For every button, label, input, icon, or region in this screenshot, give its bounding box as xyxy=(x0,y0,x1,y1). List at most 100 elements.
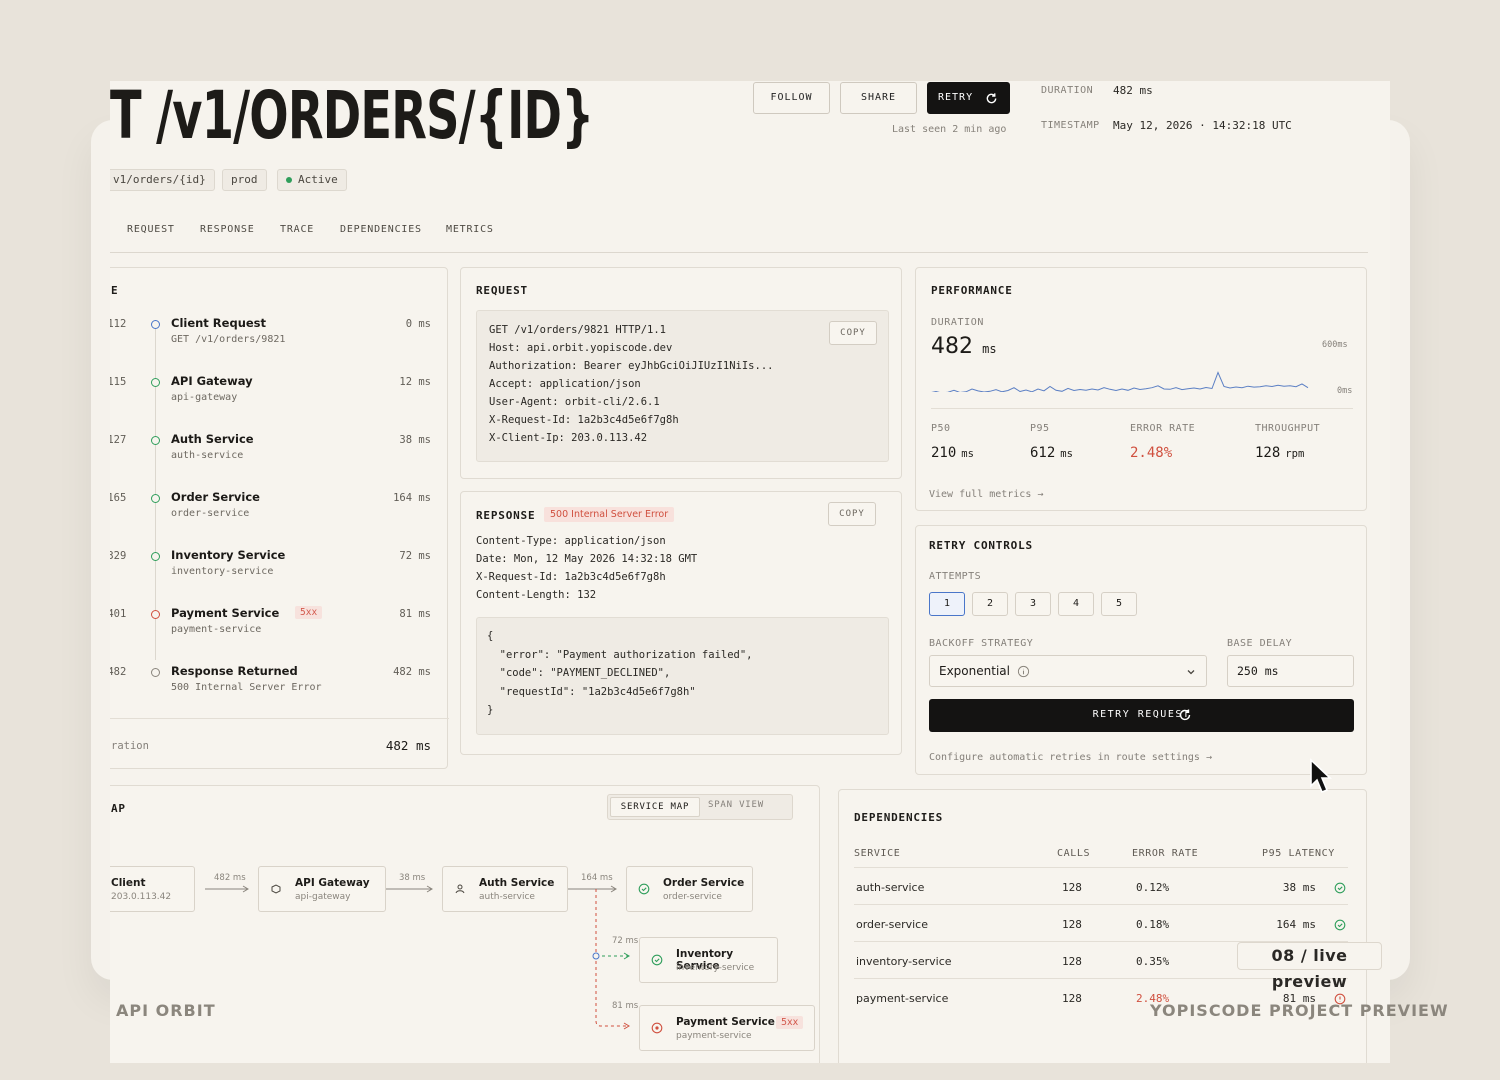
dep-calls: 128 xyxy=(1062,918,1082,931)
active-dot-icon xyxy=(286,177,292,183)
dependencies-card: DEPENDENCIES SERVICE CALLS ERROR RATE P9… xyxy=(838,789,1367,1063)
timeline-time: .329 xyxy=(110,550,127,562)
tab-trace[interactable]: TRACE xyxy=(280,224,314,235)
configure-retries-link[interactable]: Configure automatic retries in route set… xyxy=(929,752,1212,763)
error-circle-icon xyxy=(651,1022,663,1034)
dep-service[interactable]: auth-service xyxy=(856,881,924,894)
retry-button[interactable]: RETRY xyxy=(927,82,1010,114)
response-header-line: Content-Type: application/json xyxy=(476,535,666,547)
auth-icon xyxy=(455,884,465,894)
edge-label-inventory: 72 ms xyxy=(612,936,639,946)
timeline-step-service: api-gateway xyxy=(171,392,238,403)
timeline-step-duration: 0 ms xyxy=(405,318,431,330)
backoff-value: Exponential xyxy=(939,664,1010,678)
perf-stat-value: 210 ms xyxy=(931,442,974,461)
edge-label-auth: 164 ms xyxy=(581,873,613,883)
timeline-step-duration: 12 ms xyxy=(399,376,431,388)
timestamp-value: May 12, 2026 · 14:32:18 UTC xyxy=(1113,119,1292,132)
status-label: Active xyxy=(298,173,338,186)
timeline-step-name[interactable]: Payment Service xyxy=(171,606,279,620)
status-chip: Active xyxy=(277,169,347,191)
dep-error-rate: 0.18% xyxy=(1136,918,1170,931)
base-delay-label: BASE DELAY xyxy=(1227,638,1293,649)
copy-request-button[interactable]: COPY xyxy=(829,321,877,345)
project-caption: API ORBIT xyxy=(116,1001,216,1020)
base-delay-input[interactable]: 250 ms xyxy=(1227,655,1354,687)
node-auth-service[interactable]: Auth Service auth-service xyxy=(442,866,568,912)
request-line: Authorization: Bearer eyJhbGciOiJIUzI1Ni… xyxy=(489,360,774,372)
share-button[interactable]: SHARE xyxy=(840,82,917,114)
attempts-label: ATTEMPTS xyxy=(929,571,982,582)
node-inventory-service[interactable]: Inventory Service inventory-service xyxy=(639,937,778,983)
timeline-step-name[interactable]: Response Returned xyxy=(171,664,298,678)
node-api-gateway[interactable]: API Gateway api-gateway xyxy=(258,866,386,912)
response-body-line: "error": "Payment authorization failed", xyxy=(487,648,753,661)
attempt-option-5[interactable]: 5 xyxy=(1101,592,1137,616)
timeline-status-dot-icon xyxy=(151,378,160,387)
perf-stat-unit: ms xyxy=(1060,448,1073,460)
retry-button-label: RETRY xyxy=(938,92,974,103)
node-client[interactable]: Client 203.0.113.42 xyxy=(110,866,195,912)
node-payment-service[interactable]: Payment Service payment-service 5xx xyxy=(639,1005,815,1051)
backoff-select[interactable]: Exponential xyxy=(929,655,1207,687)
timeline-card: E .112 Client Request GET /v1/orders/9821 0… xyxy=(110,267,449,769)
attempt-option-3[interactable]: 3 xyxy=(1015,592,1051,616)
perf-stat-value: 612 ms xyxy=(1030,442,1073,461)
retry-request-button[interactable]: RETRY REQUEST xyxy=(929,699,1354,732)
dep-header-calls: CALLS xyxy=(1057,848,1091,859)
dep-service[interactable]: order-service xyxy=(856,918,928,931)
dep-header-error: ERROR RATE xyxy=(1132,848,1199,859)
timeline-status-dot-icon xyxy=(151,668,160,677)
check-circle-icon xyxy=(1334,919,1346,931)
attempt-option-2[interactable]: 2 xyxy=(972,592,1008,616)
response-header-line: Content-Length: 132 xyxy=(476,589,597,601)
node-gateway-sub: api-gateway xyxy=(295,892,351,902)
dep-calls: 128 xyxy=(1062,992,1082,1005)
sparkline-series xyxy=(931,371,1309,392)
dep-service[interactable]: payment-service xyxy=(856,992,948,1005)
retry-request-label: RETRY REQUEST xyxy=(1092,709,1191,720)
dep-calls: 128 xyxy=(1062,955,1082,968)
node-order-service[interactable]: Order Service order-service xyxy=(626,866,753,912)
timeline-step-service: GET /v1/orders/9821 xyxy=(171,334,286,345)
backoff-label: BACKOFF STRATEGY xyxy=(929,638,1034,649)
timeline-step-name[interactable]: Auth Service xyxy=(171,432,254,446)
timeline-step-duration: 38 ms xyxy=(399,434,431,446)
check-circle-icon xyxy=(1334,882,1346,894)
check-circle-icon xyxy=(638,883,650,895)
node-inventory-sub: inventory-service xyxy=(676,963,755,973)
timeline-step-duration: 72 ms xyxy=(399,550,431,562)
perf-stat-number: 128 xyxy=(1255,445,1281,461)
timeline-step-service: inventory-service xyxy=(171,566,274,577)
timeline-error-badge: 5xx xyxy=(295,606,323,619)
request-card: REQUEST GET /v1/orders/9821 HTTP/1.1 Host… xyxy=(460,267,902,479)
node-order-sub: order-service xyxy=(663,892,722,902)
copy-response-button[interactable]: COPY xyxy=(828,502,876,526)
timeline-step-duration: 482 ms xyxy=(393,666,431,678)
request-line: Host: api.orbit.yopiscode.dev xyxy=(489,342,673,354)
performance-title: PERFORMANCE xyxy=(931,284,1013,297)
timeline-step-name[interactable]: Client Request xyxy=(171,316,266,330)
attempt-option-1[interactable]: 1 xyxy=(929,592,965,616)
timeline-step-name[interactable]: Order Service xyxy=(171,490,260,504)
tab-dependencies[interactable]: DEPENDENCIES xyxy=(340,224,422,235)
perf-duration-label: DURATION xyxy=(931,317,984,328)
dep-service[interactable]: inventory-service xyxy=(856,955,952,968)
tab-metrics[interactable]: METRICS xyxy=(446,224,494,235)
payment-error-badge: 5xx xyxy=(776,1016,804,1029)
perf-divider xyxy=(931,408,1353,409)
latency-sparkline xyxy=(931,371,1309,392)
edge-label-payment: 81 ms xyxy=(612,1001,639,1011)
perf-stat-value: 2.48% xyxy=(1130,442,1177,461)
attempt-option-4[interactable]: 4 xyxy=(1058,592,1094,616)
dependencies-title: DEPENDENCIES xyxy=(854,811,944,824)
timeline-status-dot-icon xyxy=(151,610,160,619)
follow-button[interactable]: FOLLOW xyxy=(753,82,830,114)
view-metrics-link[interactable]: View full metrics → xyxy=(929,489,1043,500)
perf-stat-label: P95 xyxy=(1030,423,1050,434)
perf-stat-value: 128 rpm xyxy=(1255,442,1304,461)
timeline-step-name[interactable]: API Gateway xyxy=(171,374,253,388)
tab-response[interactable]: RESPONSE xyxy=(200,224,255,235)
timeline-step-name[interactable]: Inventory Service xyxy=(171,548,285,562)
tab-request[interactable]: REQUEST xyxy=(127,224,175,235)
